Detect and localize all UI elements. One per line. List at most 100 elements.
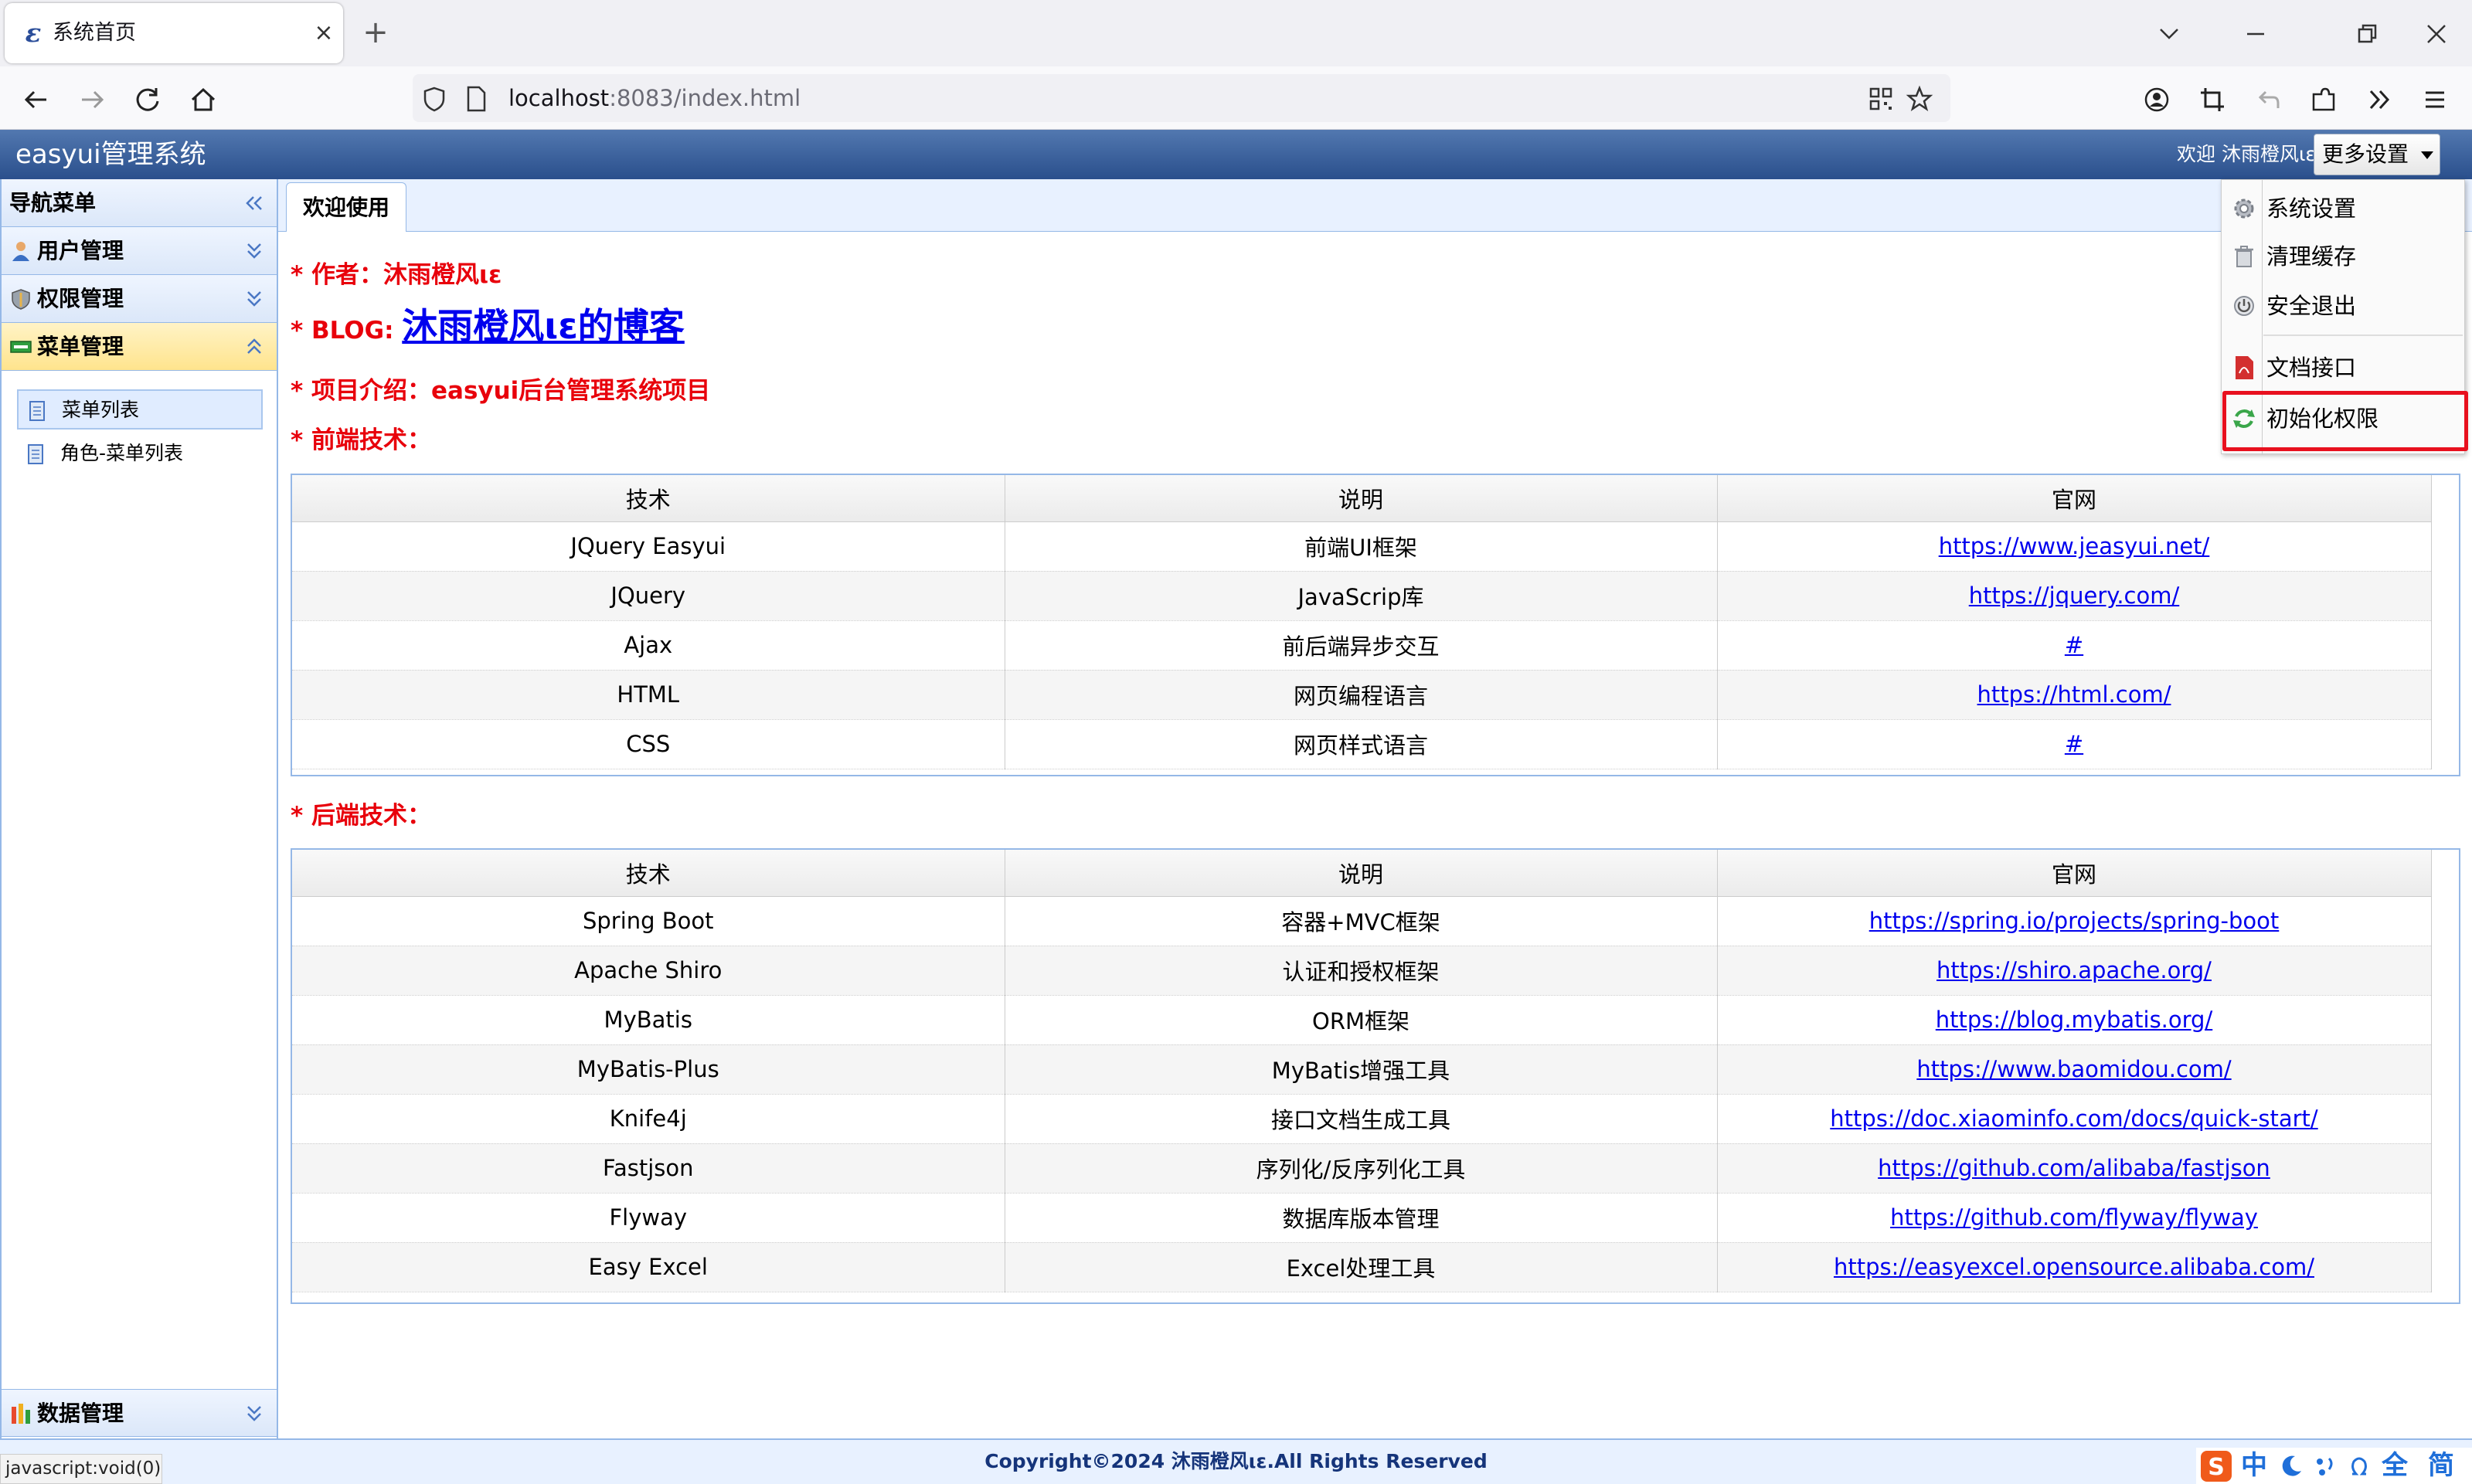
column-header-desc[interactable]: 说明 <box>1005 475 1718 522</box>
table-row[interactable]: Knife4j 接口文档生成工具 https://doc.xiaominfo.com… <box>292 1094 2432 1144</box>
omega-icon[interactable] <box>2346 1452 2372 1479</box>
url-bar[interactable]: localhost:8083/index.html <box>413 74 1950 122</box>
cell-desc: MyBatis增强工具 <box>1005 1044 1718 1095</box>
overflow-chevrons-icon[interactable] <box>2361 82 2397 117</box>
back-icon[interactable] <box>19 82 54 117</box>
ime-full-width[interactable]: 全 <box>2382 1449 2408 1482</box>
close-window-icon[interactable] <box>2419 17 2454 51</box>
table-row[interactable]: Flyway 数据库版本管理 https://github.com/flyway/f… <box>292 1193 2432 1243</box>
backend-table-panel: 技术 说明 官网 Spring Boot 容器+MVC框架 https://spri… <box>291 848 2460 1304</box>
cell-desc: JavaScrip库 <box>1005 571 1718 621</box>
site-link[interactable]: https://github.com/flyway/flyway <box>1890 1204 2258 1231</box>
site-link[interactable]: https://html.com/ <box>1977 681 2171 708</box>
column-header-site[interactable]: 官网 <box>1717 475 2432 522</box>
table-row[interactable]: MyBatis ORM框架 https://blog.mybatis.org/ <box>292 995 2432 1045</box>
frontend-title: * 前端技术： <box>291 426 432 454</box>
backend-title: * 后端技术： <box>291 802 432 830</box>
site-link[interactable]: https://spring.io/projects/spring-boot <box>1869 908 2280 934</box>
moon-icon[interactable] <box>2278 1452 2304 1479</box>
caret-down-icon <box>2421 151 2433 159</box>
site-link[interactable]: https://github.com/alibaba/fastjson <box>1878 1155 2270 1181</box>
sidebar-group-user-management[interactable]: 用户管理 <box>2 227 277 275</box>
bookmark-star-icon[interactable] <box>1906 85 1933 113</box>
table-row[interactable]: JQuery Easyui 前端UI框架 https://www.jeasyui.n… <box>292 521 2432 572</box>
table-row[interactable]: CSS 网页样式语言 # <box>292 719 2432 769</box>
sidebar-group-menu-management[interactable]: 菜单管理 <box>2 323 277 371</box>
table-row[interactable]: Apache Shiro 认证和授权框架 https://shiro.apache.… <box>292 946 2432 996</box>
tree-item-menu-list[interactable]: 菜单列表 <box>17 389 263 430</box>
table-row[interactable]: Fastjson 序列化/反序列化工具 https://github.com/ali… <box>292 1143 2432 1194</box>
sogou-logo-icon[interactable]: S <box>2199 1449 2233 1483</box>
expand-down-icon[interactable] <box>243 1402 266 1425</box>
url-text[interactable]: localhost:8083/index.html <box>508 83 801 113</box>
extensions-icon[interactable] <box>2306 82 2341 117</box>
cell-site: https://jquery.com/ <box>1717 571 2432 621</box>
list-all-tabs-icon[interactable] <box>2151 17 2187 51</box>
site-link[interactable]: https://www.jeasyui.net/ <box>1939 533 2210 559</box>
punctuation-icon[interactable] <box>2312 1452 2338 1479</box>
column-header-tech[interactable]: 技术 <box>292 850 1005 897</box>
table-row[interactable]: JQuery JavaScrip库 https://jquery.com/ <box>292 571 2432 621</box>
ime-chinese-mode[interactable]: 中 <box>2241 1449 2267 1482</box>
collapse-left-icon[interactable] <box>243 192 266 215</box>
site-link[interactable]: # <box>2065 731 2083 757</box>
tab-close-icon[interactable]: × <box>311 20 337 46</box>
menu-item-system-settings[interactable]: 系统设置 <box>2222 185 2464 233</box>
restore-icon[interactable] <box>2349 17 2385 51</box>
cell-desc: Excel处理工具 <box>1005 1242 1718 1292</box>
menu-item-label: 清理缓存 <box>2266 243 2357 270</box>
site-link[interactable]: https://blog.mybatis.org/ <box>1936 1007 2212 1033</box>
cell-tech: MyBatis-Plus <box>292 1044 1005 1095</box>
hamburger-menu-icon[interactable] <box>2417 82 2453 117</box>
site-link[interactable]: https://doc.xiaominfo.com/docs/quick-sta… <box>1830 1105 2317 1132</box>
site-link[interactable]: https://easyexcel.opensource.alibaba.com… <box>1834 1254 2314 1280</box>
forward-icon[interactable] <box>74 82 110 117</box>
browser-tab[interactable]: ε 系统首页 × <box>5 3 343 63</box>
shield-icon[interactable] <box>420 85 448 113</box>
table-row[interactable]: Easy Excel Excel处理工具 https://easyexcel.ope… <box>292 1242 2432 1292</box>
site-link[interactable]: https://www.baomidou.com/ <box>1916 1056 2231 1082</box>
tree-item-role-menu-list[interactable]: 角色-菜单列表 <box>17 434 263 474</box>
collapse-up-icon[interactable] <box>243 335 266 358</box>
expand-down-icon[interactable] <box>243 287 266 311</box>
sidebar-group-permission-management[interactable]: 权限管理 <box>2 275 277 323</box>
column-header-site[interactable]: 官网 <box>1717 850 2432 897</box>
user-icon <box>9 239 32 263</box>
blog-link[interactable]: 沐雨橙风ιε的博客 <box>402 305 685 347</box>
sidebar-group-data-management[interactable]: 数据管理 <box>2 1389 277 1437</box>
reload-icon[interactable] <box>130 82 165 117</box>
home-icon[interactable] <box>185 82 221 117</box>
undo-icon[interactable] <box>2250 82 2286 117</box>
column-header-desc[interactable]: 说明 <box>1005 850 1718 897</box>
site-link[interactable]: # <box>2065 632 2083 658</box>
more-settings-button[interactable]: 更多设置 <box>2314 134 2440 175</box>
tab-title: 系统首页 <box>53 21 136 45</box>
site-link[interactable]: https://shiro.apache.org/ <box>1936 957 2212 983</box>
new-tab-icon[interactable]: + <box>359 17 393 51</box>
table-row[interactable]: MyBatis-Plus MyBatis增强工具 https://www.baomi… <box>292 1044 2432 1095</box>
ime-simplified[interactable]: 简 <box>2428 1449 2454 1482</box>
minimize-icon[interactable] <box>2238 17 2273 51</box>
tab-welcome[interactable]: 欢迎使用 <box>286 182 406 232</box>
table-row[interactable]: Ajax 前后端异步交互 # <box>292 620 2432 671</box>
cell-desc: ORM框架 <box>1005 995 1718 1045</box>
table-row[interactable]: Spring Boot 容器+MVC框架 https://spring.io/pro… <box>292 896 2432 946</box>
project-intro-line: * 项目介绍：easyui后台管理系统项目 <box>291 377 711 405</box>
table-row[interactable]: HTML 网页编程语言 https://html.com/ <box>292 670 2432 720</box>
menu-item-clear-cache[interactable]: 清理缓存 <box>2222 233 2464 280</box>
trash-icon <box>2231 243 2257 270</box>
screenshot-icon[interactable] <box>2195 82 2230 117</box>
account-icon[interactable] <box>2139 82 2174 117</box>
page-icon[interactable] <box>464 85 488 113</box>
menu-item-logout[interactable]: 安全退出 <box>2222 282 2464 330</box>
blog-prefix: * BLOG: <box>291 317 403 345</box>
ime-toolbar[interactable]: S 中 全 简 <box>2196 1448 2472 1484</box>
cell-site: # <box>1717 620 2432 671</box>
cell-desc: 网页编程语言 <box>1005 670 1718 720</box>
expand-down-icon[interactable] <box>243 239 266 263</box>
column-header-tech[interactable]: 技术 <box>292 475 1005 522</box>
qr-code-icon[interactable] <box>1867 85 1895 113</box>
site-link[interactable]: https://jquery.com/ <box>1969 582 2180 609</box>
menu-item-api-docs[interactable]: 文档接口 <box>2222 344 2464 392</box>
cell-site: # <box>1717 719 2432 769</box>
